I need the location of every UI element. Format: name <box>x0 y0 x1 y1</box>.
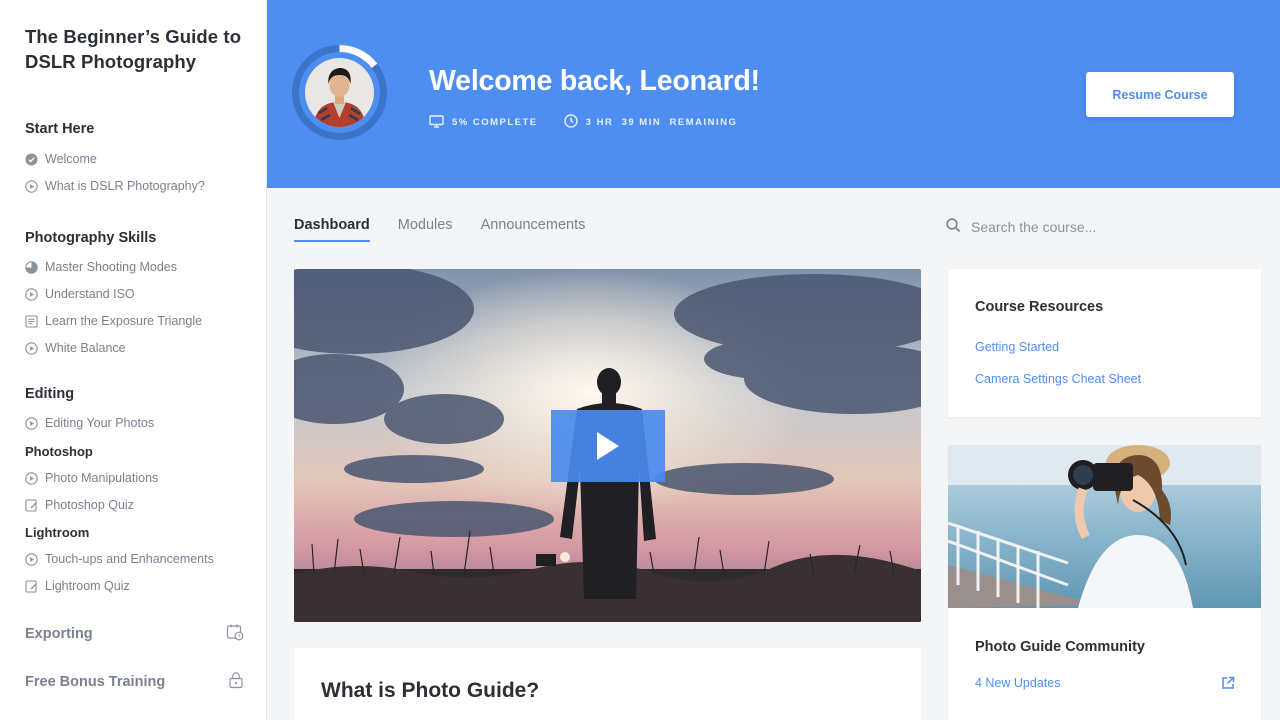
search-icon <box>946 218 961 236</box>
lesson-label: Photoshop Quiz <box>45 498 134 512</box>
lesson-photo-manipulations[interactable]: Photo Manipulations <box>25 471 158 485</box>
quiz-icon <box>25 579 38 593</box>
community-image <box>948 445 1261 608</box>
play-circle-icon <box>25 471 38 485</box>
welcome-heading: Welcome back, Leonard! <box>429 65 760 97</box>
community-updates-link[interactable]: 4 New Updates <box>975 676 1060 690</box>
lesson-label: Editing Your Photos <box>45 416 155 430</box>
course-title: The Beginner’s Guide to DSLR Photography <box>25 26 242 72</box>
play-circle-icon <box>25 179 38 193</box>
lesson-label: Touch-ups and Enhancements <box>45 552 214 566</box>
course-resources-card: Course Resources Getting Started Camera … <box>948 269 1261 417</box>
section-label: Free Bonus Training <box>25 674 166 690</box>
tab-modules[interactable]: Modules <box>398 217 453 242</box>
monitor-icon <box>429 114 444 131</box>
course-tabs: Dashboard Modules Announcements <box>294 217 585 242</box>
lesson-label: Understand ISO <box>45 287 135 301</box>
community-card: Photo Guide Community 4 New Updates <box>948 445 1261 720</box>
lesson-white-balance[interactable]: White Balance <box>25 341 126 355</box>
lesson-label: Master Shooting Modes <box>45 260 178 274</box>
community-title: Photo Guide Community <box>975 639 1145 655</box>
remaining-stat: 3 HR 39 MIN REMAINING <box>563 114 738 131</box>
document-icon <box>25 314 38 328</box>
progress-ring <box>291 44 388 141</box>
play-circle-icon <box>25 416 38 430</box>
half-circle-icon <box>25 260 38 274</box>
lesson-what-is-dslr[interactable]: What is DSLR Photography? <box>25 179 205 193</box>
play-circle-icon <box>25 341 38 355</box>
lesson-editing-your-photos[interactable]: Editing Your Photos <box>25 416 154 430</box>
course-search <box>946 218 1171 236</box>
external-link-icon[interactable] <box>1221 676 1235 695</box>
tab-announcements[interactable]: Announcements <box>481 217 586 242</box>
resource-link-cheat-sheet[interactable]: Camera Settings Cheat Sheet <box>975 372 1141 386</box>
section-exporting[interactable]: Exporting <box>25 623 244 645</box>
subsection-photoshop: Photoshop <box>25 444 93 459</box>
course-video[interactable] <box>294 269 921 622</box>
lesson-label: Learn the Exposure Triangle <box>45 314 203 328</box>
lesson-lightroom-quiz[interactable]: Lightroom Quiz <box>25 579 130 593</box>
play-circle-icon <box>25 552 38 566</box>
section-editing: Editing <box>25 386 75 402</box>
section-free-bonus-training[interactable]: Free Bonus Training <box>25 671 244 693</box>
tab-dashboard[interactable]: Dashboard <box>294 217 370 242</box>
section-start-here: Start Here <box>25 121 95 137</box>
progress-label: 5% COMPLETE <box>452 117 538 128</box>
course-stats: 5% COMPLETE 3 HR 39 MIN REMAINING <box>429 114 737 131</box>
lesson-label: What is DSLR Photography? <box>45 179 205 193</box>
avatar <box>305 58 374 127</box>
about-title: What is Photo Guide? <box>321 679 540 702</box>
lesson-understand-iso[interactable]: Understand ISO <box>25 287 135 301</box>
section-photography-skills: Photography Skills <box>25 230 157 246</box>
quiz-icon <box>25 498 38 512</box>
course-sidebar: The Beginner’s Guide to DSLR Photography… <box>0 0 267 720</box>
resource-link-getting-started[interactable]: Getting Started <box>975 340 1059 354</box>
lock-icon <box>228 671 244 693</box>
lesson-touch-ups[interactable]: Touch-ups and Enhancements <box>25 552 214 566</box>
play-button[interactable] <box>551 410 665 482</box>
lesson-photoshop-quiz[interactable]: Photoshop Quiz <box>25 498 134 512</box>
resources-title: Course Resources <box>975 299 1104 315</box>
lesson-exposure-triangle[interactable]: Learn the Exposure Triangle <box>25 314 202 328</box>
play-circle-icon <box>25 287 38 301</box>
lesson-master-shooting-modes[interactable]: Master Shooting Modes <box>25 260 177 274</box>
section-label: Exporting <box>25 626 93 642</box>
lesson-label: Welcome <box>45 152 97 166</box>
search-input[interactable] <box>971 219 1171 235</box>
clock-icon <box>563 114 578 131</box>
lesson-label: Lightroom Quiz <box>45 579 130 593</box>
progress-stat: 5% COMPLETE <box>429 114 538 131</box>
calendar-clock-icon <box>226 623 244 645</box>
remaining-label: 3 HR 39 MIN REMAINING <box>585 117 738 128</box>
lesson-label: Photo Manipulations <box>45 471 159 485</box>
lesson-label: White Balance <box>45 341 126 355</box>
check-circle-icon <box>25 153 38 166</box>
subsection-lightroom: Lightroom <box>25 525 90 540</box>
resume-course-button[interactable]: Resume Course <box>1086 72 1234 117</box>
lesson-welcome[interactable]: Welcome <box>25 152 97 166</box>
play-icon <box>597 432 619 460</box>
welcome-banner: Welcome back, Leonard! 5% COMPLETE 3 HR … <box>267 0 1280 188</box>
about-card: What is Photo Guide? <box>294 648 921 720</box>
